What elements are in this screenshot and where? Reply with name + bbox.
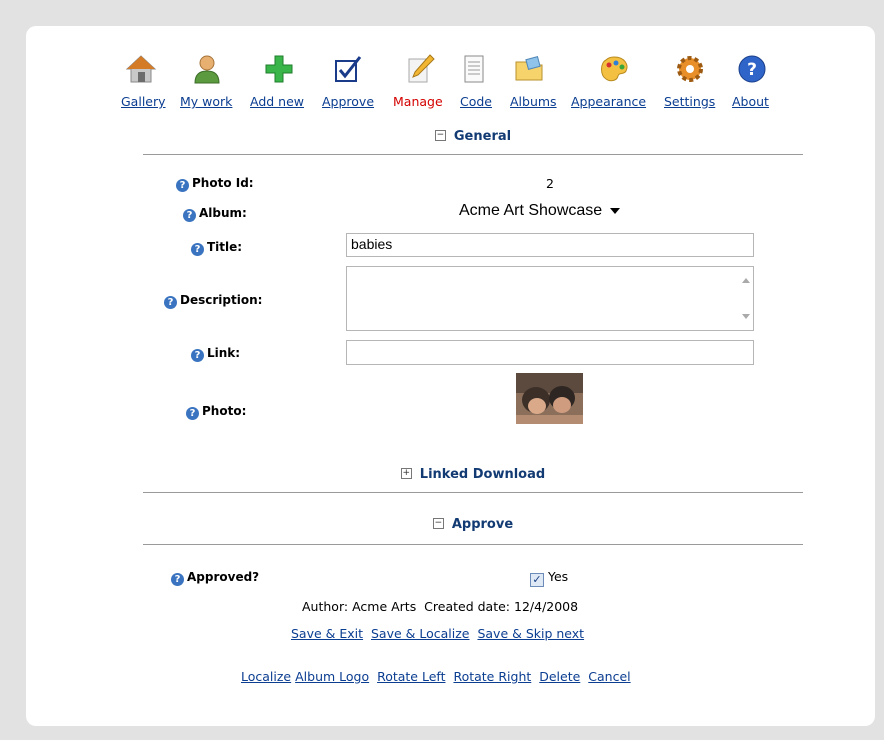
save-exit-link[interactable]: Save & Exit bbox=[291, 626, 363, 641]
nav-my-work-label: My work bbox=[180, 94, 233, 109]
divider bbox=[143, 544, 803, 545]
approved-checkbox-label: Yes bbox=[547, 569, 569, 584]
link-label: ? Link: bbox=[191, 346, 240, 362]
title-input[interactable]: babies bbox=[346, 233, 754, 257]
approved-checkbox[interactable]: ✓ bbox=[530, 573, 544, 587]
folder-icon bbox=[515, 56, 543, 81]
collapse-icon: − bbox=[434, 130, 446, 141]
save-localize-link[interactable]: Save & Localize bbox=[371, 626, 470, 641]
album-select-value: Acme Art Showcase bbox=[459, 202, 603, 219]
document-icon bbox=[464, 55, 484, 83]
approved-label: ? Approved? bbox=[171, 570, 259, 586]
palette-icon bbox=[601, 56, 628, 82]
bottom-actions: Localize Album Logo Rotate Left Rotate R… bbox=[241, 669, 631, 684]
divider bbox=[143, 492, 803, 493]
rotate-left-link[interactable]: Rotate Left bbox=[377, 669, 445, 684]
person-icon bbox=[194, 55, 220, 84]
description-label: ? Description: bbox=[164, 293, 262, 309]
nav-approve-label: Approve bbox=[322, 94, 375, 109]
help-icon[interactable]: ? bbox=[176, 179, 189, 192]
help-icon: ? bbox=[738, 55, 766, 83]
nav-add-new-label: Add new bbox=[250, 94, 305, 109]
album-select[interactable]: Acme Art Showcase bbox=[459, 202, 621, 220]
nav-about-label: About bbox=[732, 94, 769, 109]
help-icon[interactable]: ? bbox=[191, 243, 204, 256]
photo-id-value: 2 bbox=[546, 176, 554, 191]
save-skip-next-link[interactable]: Save & Skip next bbox=[477, 626, 584, 641]
section-approve-header[interactable]: − Approve bbox=[143, 517, 803, 532]
section-linked-download-header[interactable]: + Linked Download bbox=[143, 467, 803, 482]
help-icon[interactable]: ? bbox=[164, 296, 177, 309]
section-approve-title: Approve bbox=[451, 517, 514, 532]
scroll-up-icon[interactable] bbox=[742, 278, 750, 283]
delete-link[interactable]: Delete bbox=[539, 669, 580, 684]
svg-text:?: ? bbox=[747, 60, 757, 80]
nav-code-label: Code bbox=[460, 94, 493, 109]
help-icon[interactable]: ? bbox=[191, 349, 204, 362]
section-general-header[interactable]: − General bbox=[143, 129, 803, 144]
help-icon[interactable]: ? bbox=[171, 573, 184, 586]
author-created-line: Author: Acme Arts Created date: 12/4/200… bbox=[302, 599, 579, 614]
plus-icon bbox=[265, 55, 293, 83]
gear-icon bbox=[677, 56, 703, 82]
checkbox-icon bbox=[335, 56, 362, 82]
link-input[interactable] bbox=[346, 340, 754, 365]
author-value: Acme Arts bbox=[352, 599, 417, 614]
rotate-right-link[interactable]: Rotate Right bbox=[453, 669, 531, 684]
photo-label: ? Photo: bbox=[186, 404, 246, 420]
help-icon[interactable]: ? bbox=[186, 407, 199, 420]
album-label: ? Album: bbox=[183, 206, 247, 222]
expand-icon: + bbox=[400, 468, 412, 479]
help-icon[interactable]: ? bbox=[183, 209, 196, 222]
section-linked-download-title: Linked Download bbox=[419, 467, 546, 482]
pencil-icon bbox=[408, 54, 435, 83]
description-textarea[interactable] bbox=[346, 266, 754, 331]
scrollbar[interactable] bbox=[739, 267, 753, 330]
scroll-down-icon[interactable] bbox=[742, 314, 750, 319]
divider bbox=[143, 154, 803, 155]
collapse-icon: − bbox=[432, 518, 444, 529]
photo-id-label: ? Photo Id: bbox=[176, 176, 254, 192]
cancel-link[interactable]: Cancel bbox=[588, 669, 630, 684]
nav-albums-label: Albums bbox=[510, 94, 557, 109]
approved-checkbox-group[interactable]: ✓ Yes bbox=[530, 569, 568, 587]
nav-gallery-label: Gallery bbox=[121, 94, 166, 109]
nav-manage-label: Manage bbox=[393, 94, 443, 109]
title-label: ? Title: bbox=[191, 240, 242, 256]
album-logo-link[interactable]: Album Logo bbox=[295, 669, 369, 684]
section-general-title: General bbox=[453, 129, 512, 144]
nav-appearance-label: Appearance bbox=[571, 94, 647, 109]
photo-thumbnail[interactable] bbox=[516, 373, 583, 424]
created-date-value: 12/4/2008 bbox=[514, 599, 579, 614]
localize-link[interactable]: Localize bbox=[241, 669, 291, 684]
nav-settings-label: Settings bbox=[664, 94, 716, 109]
house-icon bbox=[125, 55, 157, 83]
save-actions: Save & Exit Save & Localize Save & Skip … bbox=[291, 626, 584, 641]
chevron-down-icon bbox=[610, 207, 621, 214]
main-panel: Gallery My work Add new Approve Manage C… bbox=[26, 26, 875, 726]
